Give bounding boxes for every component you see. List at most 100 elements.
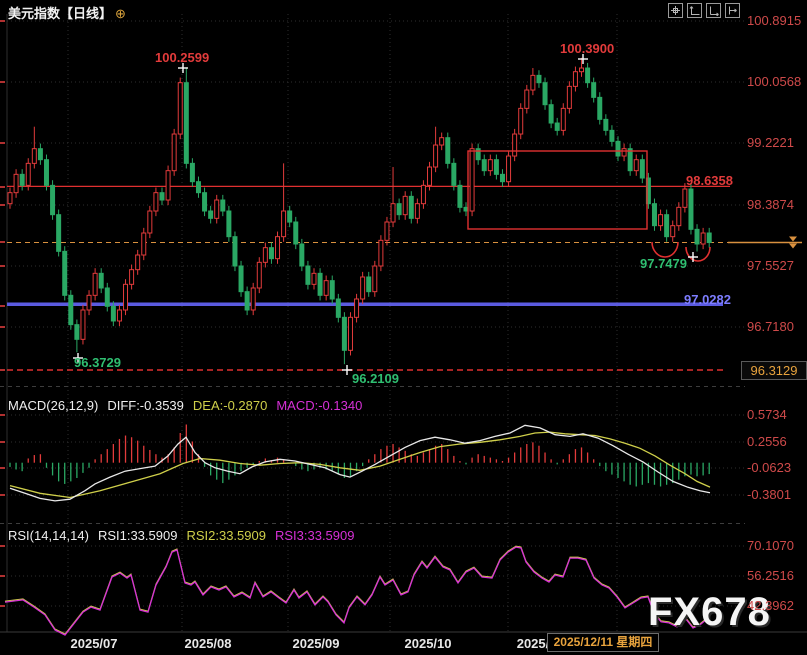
candle — [288, 211, 292, 222]
swing-high-label-2: 100.3900 — [560, 41, 614, 56]
candle — [659, 215, 663, 226]
candle — [573, 72, 577, 87]
price-axis-label: 99.2221 — [747, 135, 794, 150]
candle — [136, 255, 140, 270]
candle — [610, 130, 614, 141]
candle — [117, 310, 121, 321]
candle — [707, 233, 711, 243]
candle — [500, 174, 504, 181]
candle — [44, 160, 48, 186]
macd-axis-label: -0.0623 — [747, 460, 791, 475]
swing-low-label-3: 97.7479 — [640, 256, 687, 271]
candle — [38, 149, 42, 160]
candle — [373, 266, 377, 292]
candle — [458, 185, 462, 207]
macd-diff — [10, 425, 710, 501]
candle — [233, 237, 237, 266]
candle — [336, 299, 340, 317]
candle — [111, 306, 115, 321]
rsi3-line — [5, 547, 710, 635]
candle — [276, 237, 280, 259]
rsi-axis-label: 42.3962 — [747, 598, 794, 613]
candle — [184, 83, 188, 164]
candle — [245, 292, 249, 310]
candle — [446, 138, 450, 164]
candle — [221, 200, 225, 211]
candle — [178, 83, 182, 134]
move-tool-icon[interactable] — [668, 3, 683, 18]
symbol-name: 美元指数 — [8, 6, 60, 21]
candle — [640, 160, 644, 178]
candle — [318, 273, 322, 295]
pan-to-latest-icon[interactable] — [725, 3, 740, 18]
symbol-title: 美元指数【日线】⊕ — [8, 3, 126, 22]
zoom-y-axis-icon[interactable] — [706, 3, 721, 18]
candle — [598, 97, 602, 119]
candle — [513, 134, 517, 156]
price-axis-label: 100.8915 — [747, 13, 801, 28]
candle — [452, 163, 456, 185]
candle — [330, 281, 334, 299]
candle — [196, 182, 200, 193]
candle — [567, 86, 571, 108]
candle — [75, 325, 79, 340]
candle — [130, 270, 134, 285]
candle — [695, 229, 699, 244]
chart-window: 美元指数【日线】⊕ 100.2599 100.3900 98.6358 97.0… — [0, 0, 807, 655]
candle — [63, 251, 67, 295]
candle — [415, 204, 419, 219]
blue-support-label: 97.0282 — [684, 292, 731, 307]
candle — [580, 68, 584, 72]
candle — [263, 248, 267, 263]
candle — [689, 189, 693, 229]
add-indicator-icon[interactable]: ⊕ — [115, 6, 126, 21]
rsi2-value: RSI2:33.5909 — [186, 528, 266, 543]
period-tag: 【日线】 — [60, 6, 112, 21]
candle — [57, 215, 61, 252]
candle — [555, 123, 559, 130]
candle — [628, 149, 632, 171]
price-axis-marker: 96.3129 — [741, 361, 807, 380]
candle — [604, 119, 608, 130]
candle — [391, 204, 395, 222]
candle — [507, 156, 511, 182]
macd-legend: MACD(26,12,9)DIFF:-0.3539DEA:-0.2870MACD… — [8, 398, 371, 413]
rsi-yellow — [5, 546, 710, 634]
candle — [531, 75, 535, 90]
candle — [142, 233, 146, 255]
candle — [342, 317, 346, 350]
candle — [105, 288, 109, 306]
candle — [148, 211, 152, 233]
candle — [300, 244, 304, 266]
chart-canvas — [0, 0, 807, 655]
candle — [434, 145, 438, 167]
rsi1-value: RSI1:33.5909 — [98, 528, 178, 543]
candle — [385, 222, 389, 240]
macd-axis-label: 0.5734 — [747, 407, 787, 422]
bottom-arc-annotation — [686, 247, 710, 261]
candle — [203, 193, 207, 211]
time-axis-label: 2025/09 — [274, 636, 358, 651]
price-axis-label: 98.3874 — [747, 197, 794, 212]
chart-toolbar — [668, 3, 740, 18]
candle — [124, 284, 128, 310]
candle — [397, 204, 401, 215]
candle — [519, 108, 523, 134]
price-axis-label: 100.0568 — [747, 74, 801, 89]
date-axis-marker: 2025/12/11 星期四 — [547, 633, 659, 652]
macd-params: MACD(26,12,9) — [8, 398, 98, 413]
candle — [160, 193, 164, 200]
candle — [634, 160, 638, 171]
price-axis-label: 96.7180 — [747, 319, 794, 334]
swing-low-label-1: 96.3729 — [74, 355, 121, 370]
candle — [26, 163, 30, 185]
candle — [20, 174, 24, 185]
candle — [440, 138, 444, 145]
candle — [312, 273, 316, 284]
candle — [294, 222, 298, 244]
candle — [87, 295, 91, 310]
candle — [543, 83, 547, 105]
resistance-level-label: 98.6358 — [686, 173, 733, 188]
candle — [190, 163, 194, 181]
zoom-x-axis-icon[interactable] — [687, 3, 702, 18]
